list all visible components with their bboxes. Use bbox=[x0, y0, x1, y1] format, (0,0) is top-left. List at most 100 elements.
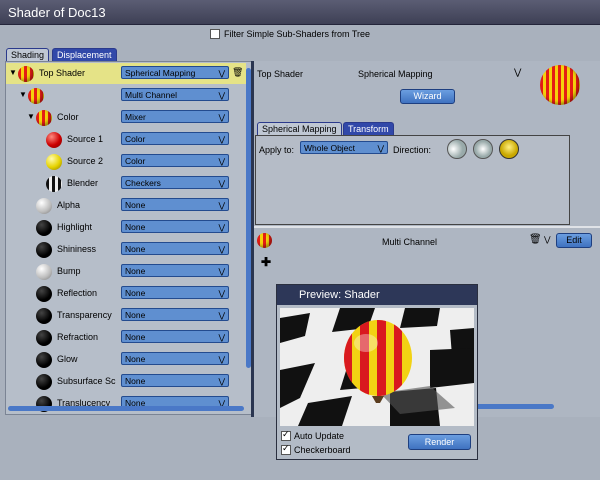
shader-type-value: None bbox=[125, 288, 146, 298]
apply-to-dropdown[interactable]: Whole Object ⋁ bbox=[300, 141, 388, 154]
apply-to-label: Apply to: bbox=[259, 145, 295, 155]
tab-shading-label: Shading bbox=[11, 50, 45, 60]
auto-update-option[interactable]: Auto Update bbox=[281, 429, 344, 441]
shader-type-value: None bbox=[125, 310, 146, 320]
subtab-spherical-mapping-label: Spherical Mapping bbox=[262, 124, 337, 134]
preview-scene bbox=[280, 308, 474, 426]
tree-row[interactable]: Reflection None ⋁ bbox=[6, 283, 246, 304]
tree-row[interactable]: Source 2 Color ⋁ bbox=[6, 151, 246, 172]
tree-row[interactable]: ▼ Top Shader Spherical Mapping ⋁ 🗑 bbox=[6, 63, 246, 84]
shader-type-dropdown[interactable]: None ⋁ bbox=[121, 220, 229, 233]
tree-row-label: Bump bbox=[57, 266, 81, 276]
chevron-down-icon: ⋁ bbox=[218, 223, 225, 232]
tree-row-label: Color bbox=[57, 112, 79, 122]
shader-node-icon bbox=[36, 220, 52, 236]
checkerboard-checkbox[interactable] bbox=[281, 443, 291, 455]
tab-shading[interactable]: Shading bbox=[6, 48, 50, 62]
shader-type-value: None bbox=[125, 332, 146, 342]
tree-row[interactable]: Shininess None ⋁ bbox=[6, 239, 246, 260]
tree-row[interactable]: Highlight None ⋁ bbox=[6, 217, 246, 238]
filter-checkbox[interactable] bbox=[210, 29, 220, 39]
render-button[interactable]: Render bbox=[408, 434, 471, 450]
shader-type-dropdown[interactable]: Checkers ⋁ bbox=[121, 176, 229, 189]
shader-type-dropdown[interactable]: None ⋁ bbox=[121, 242, 229, 255]
chevron-down-icon: ⋁ bbox=[218, 245, 225, 254]
shader-type-dropdown[interactable]: Multi Channel ⋁ bbox=[121, 88, 229, 101]
auto-update-checkbox[interactable] bbox=[281, 429, 291, 441]
tree-row[interactable]: ▼ Color Mixer ⋁ bbox=[6, 107, 246, 128]
detail-node-type: Spherical Mapping bbox=[358, 69, 433, 79]
chevron-down-icon[interactable]: ⋁ bbox=[544, 235, 551, 244]
tree-row[interactable]: Blender Checkers ⋁ bbox=[6, 173, 246, 194]
shader-type-value: Mixer bbox=[125, 112, 146, 122]
shader-node-icon bbox=[28, 88, 44, 104]
shader-type-value: Checkers bbox=[125, 178, 161, 188]
chevron-down-icon: ⋁ bbox=[218, 201, 225, 210]
filter-label: Filter Simple Sub-Shaders from Tree bbox=[224, 29, 371, 39]
tree-row-label: Reflection bbox=[57, 288, 98, 298]
shader-node-icon bbox=[36, 352, 52, 368]
tree-horizontal-scrollbar[interactable] bbox=[8, 406, 244, 411]
tree-row[interactable]: Refraction None ⋁ bbox=[6, 327, 246, 348]
chevron-down-icon: ⋁ bbox=[218, 69, 225, 78]
chevron-down-icon: ⋁ bbox=[218, 135, 225, 144]
direction-y-icon[interactable] bbox=[473, 139, 493, 159]
shader-type-dropdown[interactable]: None ⋁ bbox=[121, 264, 229, 277]
filter-sub-shaders-option[interactable]: Filter Simple Sub-Shaders from Tree bbox=[210, 29, 370, 39]
expand-triangle-icon[interactable]: ▼ bbox=[9, 68, 17, 77]
trash-icon[interactable]: 🗑 bbox=[232, 67, 243, 78]
shader-type-dropdown[interactable]: None ⋁ bbox=[121, 352, 229, 365]
shader-preview-ball bbox=[540, 65, 580, 105]
tab-displacement[interactable]: Displacement bbox=[52, 48, 117, 62]
chevron-down-icon[interactable]: ⋁ bbox=[514, 67, 521, 78]
subtab-transform[interactable]: Transform bbox=[343, 122, 394, 136]
window-title: Shader of Doc13 bbox=[8, 5, 106, 20]
tree-row-label: Source 2 bbox=[67, 156, 104, 166]
tree-row[interactable]: Subsurface Sc None ⋁ bbox=[6, 371, 246, 392]
tree-row-label: Blender bbox=[67, 178, 99, 188]
shader-type-dropdown[interactable]: Color ⋁ bbox=[121, 154, 229, 167]
trash-icon[interactable]: 🗑 bbox=[529, 234, 542, 245]
wizard-button[interactable]: Wizard bbox=[400, 89, 455, 104]
edit-button[interactable]: Edit bbox=[556, 233, 592, 248]
tree-row[interactable]: Glow None ⋁ bbox=[6, 349, 246, 370]
shader-node-icon bbox=[46, 154, 62, 170]
shader-type-dropdown[interactable]: None ⋁ bbox=[121, 286, 229, 299]
shader-type-value: None bbox=[125, 200, 146, 210]
add-node-icon[interactable]: ✚ bbox=[261, 255, 271, 269]
window-title-bar: Shader of Doc13 bbox=[0, 0, 600, 25]
shader-type-value: None bbox=[125, 222, 146, 232]
shader-type-value: Multi Channel bbox=[125, 90, 177, 100]
tree-row-label: Refraction bbox=[57, 332, 99, 342]
chevron-down-icon: ⋁ bbox=[377, 144, 384, 153]
shader-type-value: None bbox=[125, 354, 146, 364]
tree-row[interactable]: Bump None ⋁ bbox=[6, 261, 246, 282]
tree-row[interactable]: Source 1 Color ⋁ bbox=[6, 129, 246, 150]
shader-type-dropdown[interactable]: None ⋁ bbox=[121, 198, 229, 211]
shader-type-dropdown[interactable]: None ⋁ bbox=[121, 308, 229, 321]
direction-z-icon[interactable] bbox=[499, 139, 519, 159]
shader-type-dropdown[interactable]: Color ⋁ bbox=[121, 132, 229, 145]
direction-x-icon[interactable] bbox=[447, 139, 467, 159]
shader-type-dropdown[interactable]: None ⋁ bbox=[121, 330, 229, 343]
subtab-spherical-mapping[interactable]: Spherical Mapping bbox=[257, 122, 342, 136]
expand-triangle-icon[interactable]: ▼ bbox=[27, 112, 35, 121]
chevron-down-icon: ⋁ bbox=[218, 267, 225, 276]
shader-type-dropdown[interactable]: Spherical Mapping ⋁ bbox=[121, 66, 229, 79]
shader-type-dropdown[interactable]: Mixer ⋁ bbox=[121, 110, 229, 123]
chevron-down-icon: ⋁ bbox=[218, 179, 225, 188]
shader-node-icon bbox=[36, 374, 52, 390]
checkerboard-option[interactable]: Checkerboard bbox=[281, 443, 351, 455]
chevron-down-icon: ⋁ bbox=[218, 355, 225, 364]
tree-row[interactable]: Alpha None ⋁ bbox=[6, 195, 246, 216]
preview-title-bar[interactable]: Preview: Shader bbox=[277, 285, 477, 305]
expand-triangle-icon[interactable]: ▼ bbox=[19, 90, 27, 99]
tree-row[interactable]: ▼ Multi Channel ⋁ bbox=[6, 85, 246, 106]
tree-row-label: Subsurface Sc bbox=[57, 376, 116, 386]
chevron-down-icon: ⋁ bbox=[218, 333, 225, 342]
shader-type-dropdown[interactable]: None ⋁ bbox=[121, 374, 229, 387]
tree-row[interactable]: Transparency None ⋁ bbox=[6, 305, 246, 326]
tree-row-label: Glow bbox=[57, 354, 78, 364]
apply-to-value: Whole Object bbox=[304, 143, 356, 153]
direction-label: Direction: bbox=[393, 145, 432, 155]
